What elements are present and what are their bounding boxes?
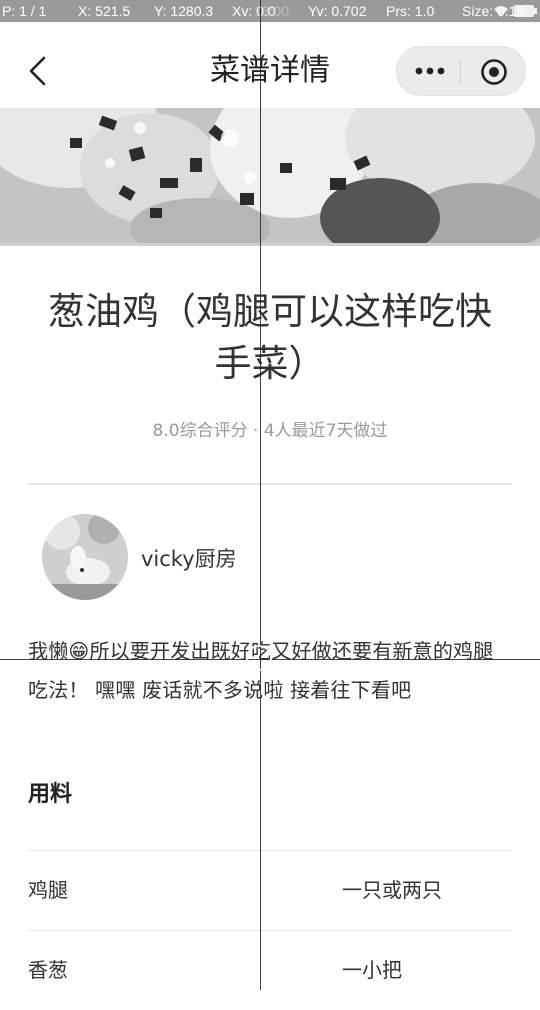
status-bar: P: 1 / 1 X: 521.5 Y: 1280.3 Xv: 0.0 13:0… (0, 0, 540, 22)
pointer-yv: Yv: 0.702 (308, 3, 367, 19)
pointer-crosshair-vertical (260, 0, 261, 990)
recipe-photo-graphic (0, 108, 540, 246)
pointer-y: Y: 1280.3 (154, 3, 214, 19)
ingredient-amount: 一只或两只 (342, 878, 442, 902)
pointer-x: X: 521.5 (78, 3, 131, 19)
ingredient-name: 香葱 (28, 958, 68, 982)
ingredient-amount: 一小把 (342, 958, 402, 982)
recipe-title: 葱油鸡（鸡腿可以这样吃快手菜） (48, 290, 492, 385)
recipe-description: 我懒😁所以要开发出既好吃又好做还要有新意的鸡腿吃法！ 嘿嘿 废话就不多说啦 接着… (28, 639, 494, 702)
author-name[interactable]: vicky厨房 (141, 545, 237, 573)
recipe-photo (0, 108, 540, 246)
pointer-pressure: Prs: 1.0 (386, 3, 435, 19)
mini-program-capsule (396, 46, 526, 96)
nav-bar: 菜谱详情 (0, 22, 540, 108)
ingredient-row: 香葱 一小把 (28, 930, 512, 1010)
battery-icon (514, 5, 537, 17)
avatar-graphic (42, 514, 128, 600)
section-divider (28, 483, 512, 485)
recipe-rating: 8.0综合评分 · 4人最近7天做过 (152, 421, 388, 441)
target-circle-icon[interactable] (479, 57, 509, 87)
ingredient-name: 鸡腿 (28, 878, 68, 902)
ingredient-row: 鸡腿 一只或两只 (28, 850, 512, 930)
more-dots-icon[interactable] (413, 59, 447, 83)
pointer-touch-indicator (246, 645, 272, 671)
avatar[interactable] (42, 514, 128, 600)
pointer-count: P: 1 / 1 (2, 3, 47, 19)
ingredients-heading: 用料 (28, 782, 73, 807)
wifi-icon (494, 6, 508, 17)
capsule-divider (460, 60, 461, 84)
